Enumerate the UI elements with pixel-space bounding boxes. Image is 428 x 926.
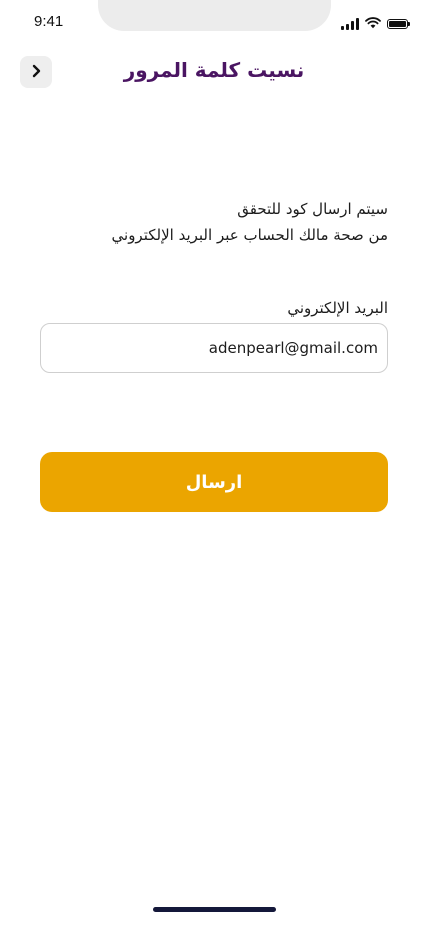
status-icons <box>341 14 410 33</box>
status-time: 9:41 <box>34 13 64 30</box>
home-indicator <box>153 907 276 912</box>
send-button[interactable]: ارسال <box>40 452 388 512</box>
email-label: البريد الإلكتروني <box>287 299 388 317</box>
cellular-signal-icon <box>341 17 359 30</box>
email-field[interactable] <box>40 323 388 373</box>
description-line-1: سيتم ارسال كود للتحقق <box>237 200 388 218</box>
device-notch <box>98 0 331 31</box>
description-text: سيتم ارسال كود للتحقق من صحة مالك الحساب… <box>40 196 388 248</box>
wifi-icon <box>365 14 381 33</box>
page-title: نسيت كلمة المرور <box>123 58 305 82</box>
status-bar: 9:41 <box>0 0 428 44</box>
description-line-2: من صحة مالك الحساب عبر البريد الإلكتروني <box>111 226 388 244</box>
battery-icon <box>387 18 410 29</box>
